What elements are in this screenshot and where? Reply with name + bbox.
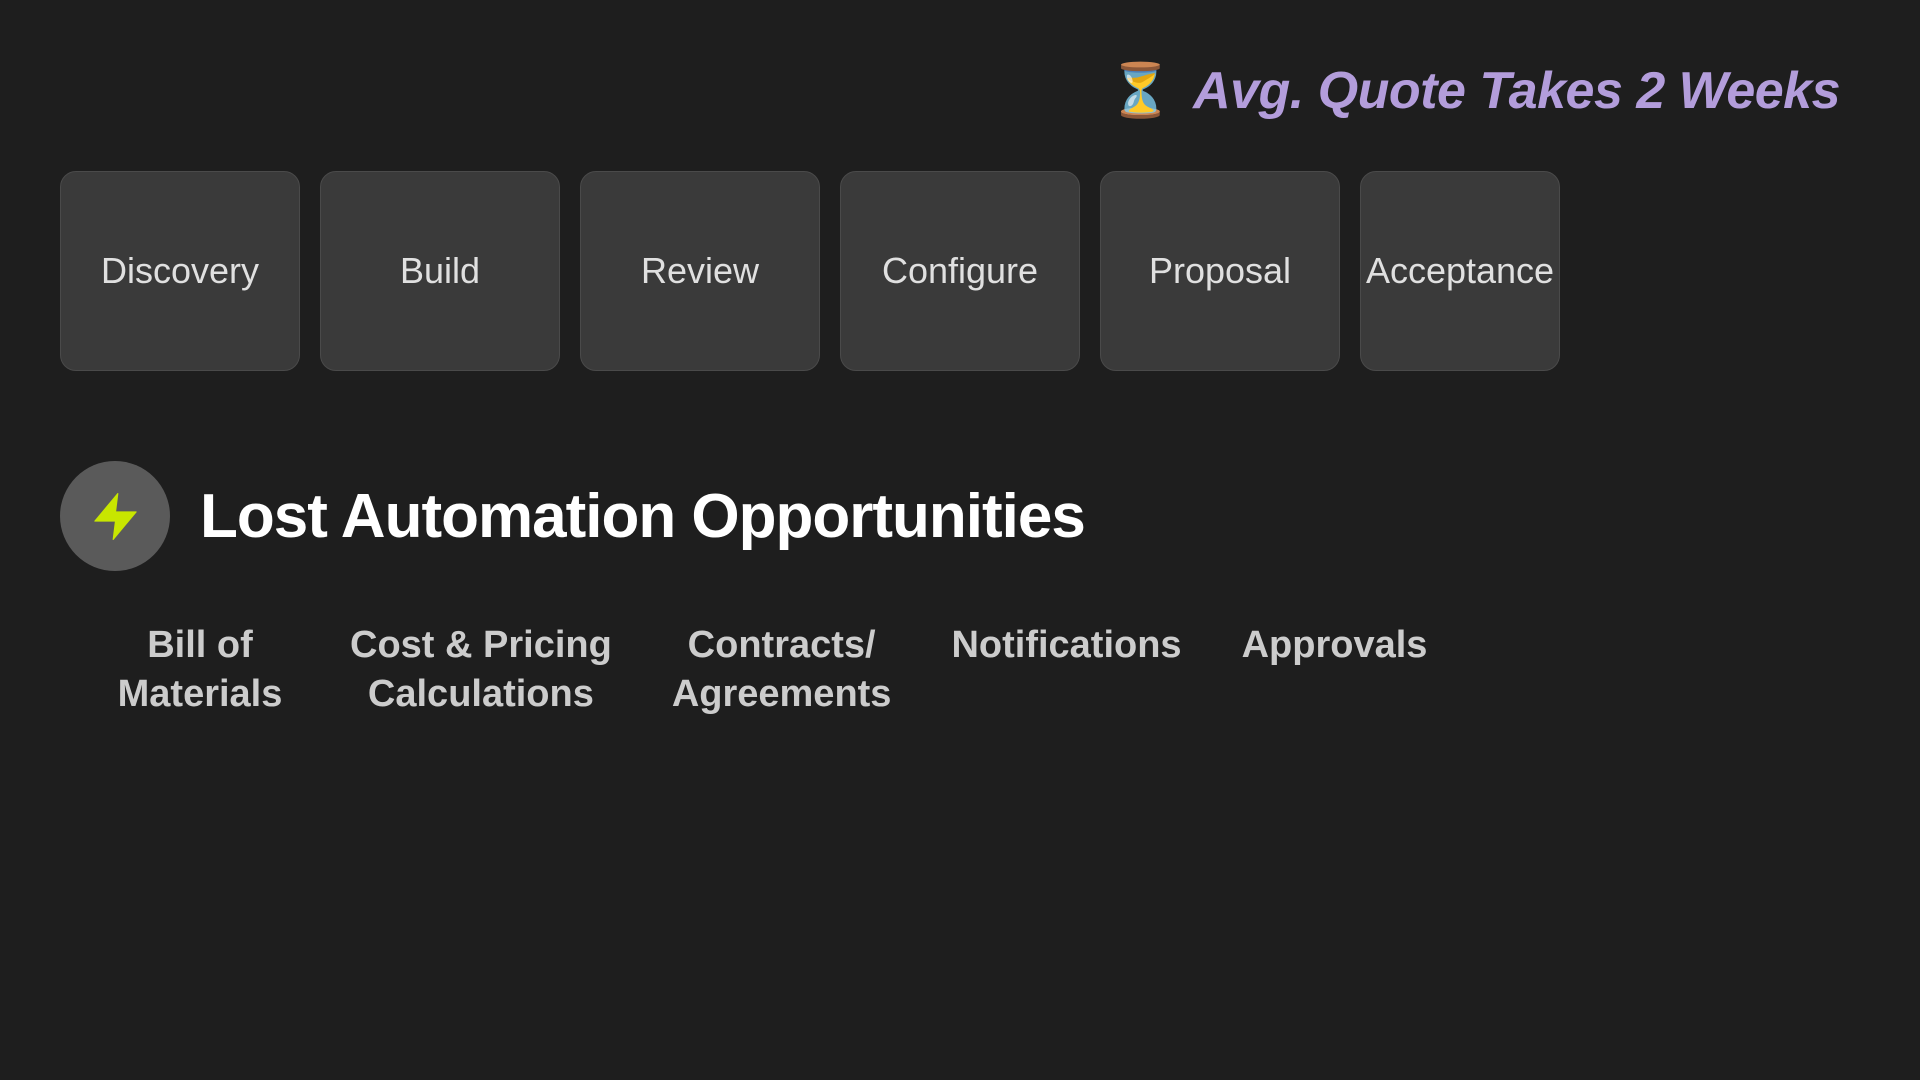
step-label-build: Build bbox=[400, 250, 480, 292]
step-label-configure: Configure bbox=[882, 250, 1038, 292]
opportunity-label-cost-pricing: Cost & PricingCalculations bbox=[350, 624, 612, 715]
opportunity-approvals: Approvals bbox=[1212, 621, 1458, 720]
section-header: Lost Automation Opportunities bbox=[60, 461, 1860, 571]
opportunity-label-notifications: Notifications bbox=[951, 624, 1181, 666]
step-label-acceptance: Acceptance bbox=[1366, 250, 1554, 292]
step-label-proposal: Proposal bbox=[1149, 250, 1291, 292]
lightning-circle bbox=[60, 461, 170, 571]
opportunity-items: Bill ofMaterials Cost & PricingCalculati… bbox=[60, 621, 1860, 720]
process-steps-row: Discovery Build Review Configure Proposa… bbox=[0, 171, 1920, 371]
step-card-review[interactable]: Review bbox=[580, 171, 820, 371]
opportunity-contracts-agreements: Contracts/Agreements bbox=[642, 621, 922, 720]
opportunity-cost-pricing: Cost & PricingCalculations bbox=[320, 621, 642, 720]
step-label-review: Review bbox=[641, 250, 759, 292]
avg-quote-label: Avg. Quote Takes 2 Weeks bbox=[1193, 61, 1840, 121]
step-card-configure[interactable]: Configure bbox=[840, 171, 1080, 371]
opportunity-label-contracts-agreements: Contracts/Agreements bbox=[672, 624, 892, 715]
opportunity-label-bill-of-materials: Bill ofMaterials bbox=[118, 624, 283, 715]
step-card-build[interactable]: Build bbox=[320, 171, 560, 371]
header-area: ⏳ Avg. Quote Takes 2 Weeks bbox=[0, 0, 1920, 161]
section-title: Lost Automation Opportunities bbox=[200, 481, 1085, 552]
opportunity-label-approvals: Approvals bbox=[1242, 624, 1428, 666]
lightning-icon bbox=[88, 489, 143, 544]
step-card-acceptance[interactable]: Acceptance bbox=[1360, 171, 1560, 371]
page-container: ⏳ Avg. Quote Takes 2 Weeks Discovery Bui… bbox=[0, 0, 1920, 1080]
opportunity-bill-of-materials: Bill ofMaterials bbox=[80, 621, 320, 720]
step-card-discovery[interactable]: Discovery bbox=[60, 171, 300, 371]
lost-automation-section: Lost Automation Opportunities Bill ofMat… bbox=[0, 401, 1920, 720]
hourglass-icon: ⏳ bbox=[1108, 60, 1173, 121]
step-label-discovery: Discovery bbox=[101, 250, 259, 292]
step-card-proposal[interactable]: Proposal bbox=[1100, 171, 1340, 371]
opportunity-notifications: Notifications bbox=[921, 621, 1211, 720]
